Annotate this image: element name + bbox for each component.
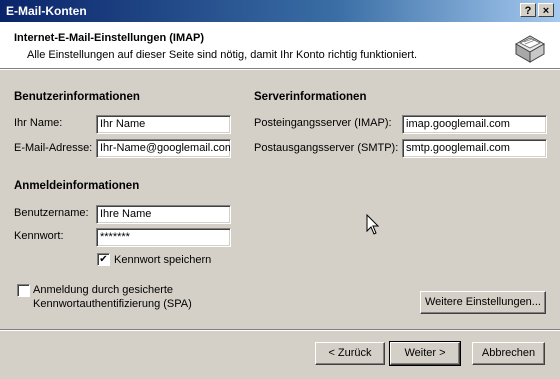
- server-info-heading: Serverinformationen: [254, 91, 367, 103]
- remember-password-checkbox[interactable]: ✔: [97, 253, 110, 266]
- close-button[interactable]: ×: [538, 3, 554, 17]
- more-settings-button[interactable]: Weitere Einstellungen...: [420, 291, 546, 314]
- next-button[interactable]: Weiter >: [389, 341, 461, 366]
- help-button[interactable]: ?: [520, 3, 536, 17]
- outgoing-server-field[interactable]: smtp.googlemail.com: [402, 139, 547, 158]
- header-panel: Internet-E-Mail-Einstellungen (IMAP) All…: [0, 22, 560, 68]
- spa-checkbox[interactable]: [17, 284, 30, 297]
- mouse-cursor-icon: [366, 214, 380, 235]
- title-bar: E-Mail-Konten ? ×: [0, 0, 560, 22]
- incoming-server-label: Posteingangsserver (IMAP):: [254, 117, 392, 129]
- page-subtitle: Alle Einstellungen auf dieser Seite sind…: [27, 49, 418, 61]
- email-field[interactable]: Ihr-Name@googlemail.com: [96, 139, 231, 158]
- window-title: E-Mail-Konten: [6, 4, 87, 18]
- header-divider: [0, 68, 560, 70]
- name-label: Ihr Name:: [14, 117, 63, 129]
- cancel-button[interactable]: Abbrechen: [472, 342, 545, 365]
- password-label: Kennwort:: [14, 230, 64, 242]
- password-field[interactable]: *******: [96, 228, 231, 247]
- footer-divider: [0, 329, 560, 331]
- username-field[interactable]: Ihre Name: [96, 205, 231, 224]
- back-button[interactable]: < Zurück: [315, 342, 385, 365]
- spa-label-line2: Kennwortauthentifizierung (SPA): [33, 298, 192, 310]
- spa-label-line1: Anmeldung durch gesicherte: [33, 284, 174, 296]
- name-field[interactable]: Ihr Name: [96, 115, 231, 134]
- page-title: Internet-E-Mail-Einstellungen (IMAP): [14, 32, 205, 44]
- user-info-heading: Benutzerinformationen: [14, 91, 140, 103]
- username-label: Benutzername:: [14, 207, 89, 219]
- remember-password-label: Kennwort speichern: [114, 254, 212, 266]
- incoming-server-field[interactable]: imap.googlemail.com: [402, 115, 547, 134]
- email-envelope-icon: [514, 35, 546, 63]
- outgoing-server-label: Postausgangsserver (SMTP):: [254, 142, 399, 154]
- email-label: E-Mail-Adresse:: [14, 142, 93, 154]
- logon-info-heading: Anmeldeinformationen: [14, 180, 140, 192]
